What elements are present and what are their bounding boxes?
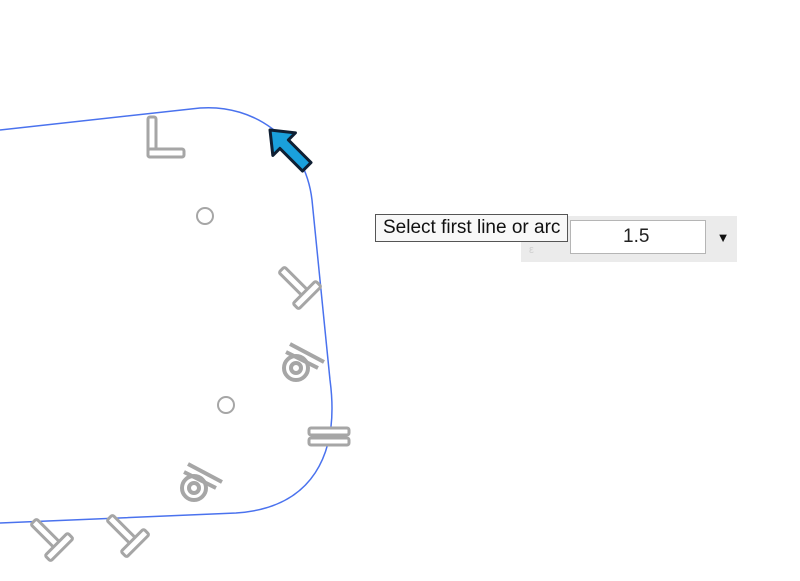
sketch-canvas[interactable] xyxy=(0,0,800,581)
tangent-constraint-icon[interactable] xyxy=(98,506,150,558)
command-prompt-tooltip: Select first line or arc xyxy=(375,214,569,242)
smooth-constraint-icon[interactable] xyxy=(282,342,325,382)
point-icon[interactable] xyxy=(217,396,235,414)
point-icon[interactable] xyxy=(196,207,214,225)
dimension-value-input[interactable]: 1.5 xyxy=(570,220,706,254)
tangent-constraint-icon[interactable] xyxy=(22,510,74,562)
parallel-constraint-icon[interactable] xyxy=(307,426,351,447)
selection-cursor-icon xyxy=(268,128,313,173)
tangent-constraint-icon[interactable] xyxy=(270,258,322,310)
perpendicular-constraint-icon[interactable] xyxy=(146,115,186,159)
dimension-label-icon: ε xyxy=(529,244,534,256)
chevron-down-icon[interactable]: ▼ xyxy=(712,224,734,252)
smooth-constraint-icon[interactable] xyxy=(180,462,223,502)
sketch-profile[interactable] xyxy=(0,106,333,524)
